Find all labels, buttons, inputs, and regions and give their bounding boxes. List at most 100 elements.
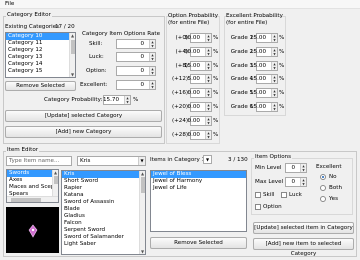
spin-down-icon[interactable]: ▼ — [150, 71, 155, 75]
option-probability-spinner[interactable]: 0.00 ▲ ▼ — [188, 102, 212, 112]
item-type-scrollbar[interactable]: ▲ — [52, 170, 58, 196]
spin-down-icon[interactable]: ▼ — [150, 57, 155, 61]
item-list-item[interactable]: Short Sword — [62, 178, 145, 185]
spin-down-icon[interactable]: ▼ — [272, 107, 277, 111]
option-probability-spinner[interactable]: 15.00 ▲ ▼ — [184, 60, 212, 71]
category-list-item[interactable]: Category 15 — [6, 68, 75, 75]
luck-rate-spinner[interactable]: 0 ▲ ▼ — [116, 52, 156, 62]
item-list-scrollbar[interactable]: ▲ ▼ — [139, 171, 145, 254]
scroll-down-icon[interactable]: ▼ — [140, 249, 145, 254]
spin-down-icon[interactable]: ▼ — [206, 66, 211, 70]
spin-down-icon[interactable]: ▼ — [206, 107, 211, 111]
option-probability-spinner[interactable]: 0.00 ▲ ▼ — [188, 88, 212, 99]
option-probability-spinner[interactable]: 30.00 ▲ ▼ — [184, 46, 212, 57]
spin-down-icon[interactable]: ▼ — [150, 44, 155, 48]
item-list-item[interactable]: Falcon — [62, 220, 145, 227]
remove-item-button[interactable]: Remove Selected — [150, 237, 247, 249]
option-rate-spinner[interactable]: 0 ▲ ▼ — [116, 66, 156, 76]
spin-down-icon[interactable]: ▼ — [301, 182, 306, 186]
spin-down-icon[interactable]: ▼ — [150, 85, 155, 89]
item-list-item[interactable]: Sword of Assassin — [62, 199, 145, 206]
spin-down-icon[interactable]: ▼ — [206, 38, 211, 42]
scroll-up-icon[interactable]: ▲ — [53, 170, 58, 175]
item-filter-combo[interactable]: Kris ▼ — [77, 156, 146, 166]
update-item-button[interactable]: [Update] selected item in Category — [253, 222, 354, 234]
spin-down-icon[interactable]: ▼ — [206, 121, 211, 125]
spin-down-icon[interactable]: ▼ — [206, 52, 211, 56]
item-type-hscrollbar[interactable] — [7, 196, 58, 202]
scroll-up-icon[interactable]: ▲ — [70, 33, 75, 38]
excellent-probability-spinner[interactable]: 15.00 ▲ ▼ — [250, 46, 278, 57]
spin-down-icon[interactable]: ▼ — [272, 93, 277, 97]
item-list-item[interactable]: Sword of Salamander — [62, 234, 145, 241]
excellent-rate-spinner[interactable]: 0 ▲ ▼ — [116, 80, 156, 90]
option-checkbox[interactable] — [255, 204, 261, 210]
excellent-probability-spinner[interactable]: 15.00 ▲ ▼ — [250, 102, 278, 112]
excellent-yes-label: Yes — [329, 196, 339, 202]
excellent-yes-radio[interactable] — [320, 196, 326, 202]
item-type-item[interactable]: Axes — [7, 177, 58, 184]
add-category-button[interactable]: [Add] new Category — [5, 126, 162, 138]
update-category-button[interactable]: [Update] selected Category — [5, 110, 162, 122]
category-list-item[interactable]: Category 11 — [6, 40, 75, 47]
category-list-scrollbar[interactable]: ▲ ▼ — [69, 33, 75, 77]
file-menu[interactable]: File — [5, 1, 14, 7]
skill-checkbox[interactable] — [255, 192, 261, 198]
category-items-list[interactable]: Jewel of Bless Jewel of Harmony Jewel of… — [150, 170, 247, 232]
option-probability-spinner[interactable]: 5.00 ▲ ▼ — [188, 74, 212, 85]
item-list-item[interactable]: Katana — [62, 192, 145, 199]
spin-down-icon[interactable]: ▼ — [206, 93, 211, 97]
spin-down-icon[interactable]: ▼ — [301, 168, 306, 172]
scroll-thumb[interactable] — [71, 40, 75, 54]
item-list-item[interactable]: Light Saber — [62, 241, 145, 248]
excellent-probability-spinner[interactable]: 15.00 ▲ ▼ — [250, 60, 278, 71]
excellent-probability-spinner[interactable]: 15.00 ▲ ▼ — [250, 74, 278, 85]
excellent-both-radio[interactable] — [320, 185, 326, 191]
skill-rate-spinner[interactable]: 0 ▲ ▼ — [116, 39, 156, 49]
item-search-input[interactable]: Type Item name... — [6, 156, 72, 166]
spin-down-icon[interactable]: ▼ — [272, 79, 277, 83]
spin-down-icon[interactable]: ▼ — [206, 79, 211, 83]
excellent-probability-spinner[interactable]: 15.00 ▲ ▼ — [250, 88, 278, 99]
category-list-item[interactable]: Category 12 — [6, 47, 75, 54]
item-list-item[interactable]: Rapier — [62, 185, 145, 192]
add-item-button[interactable]: [Add] new item to selected Category — [253, 238, 354, 257]
item-type-item[interactable]: Swords — [7, 170, 58, 177]
excellent-no-radio[interactable] — [320, 174, 326, 180]
spin-down-icon[interactable]: ▼ — [125, 100, 130, 104]
dropdown-arrow-icon[interactable]: ▼ — [138, 157, 145, 165]
remove-category-button[interactable]: Remove Selected — [5, 81, 76, 91]
scroll-thumb[interactable] — [54, 176, 58, 184]
spin-down-icon[interactable]: ▼ — [206, 135, 211, 139]
item-list[interactable]: Kris Short Sword Rapier Katana Sword of Assa… — [61, 170, 146, 255]
min-level-spinner[interactable]: 0 ▲ ▼ — [285, 163, 307, 173]
option-probability-spinner[interactable]: 0.00 ▲ ▼ — [188, 115, 212, 126]
option-probability-spinner[interactable]: 0.00 ▲ ▼ — [188, 129, 212, 140]
option-probability-spinner[interactable]: 30.00 ▲ ▼ — [184, 33, 212, 43]
category-list-item[interactable]: Category 14 — [6, 61, 75, 68]
items-dropdown-icon[interactable]: ▼ — [203, 155, 212, 164]
category-list-item[interactable]: Category 10 — [6, 33, 75, 40]
spin-down-icon[interactable]: ▼ — [272, 52, 277, 56]
item-list-item[interactable]: Gladius — [62, 213, 145, 220]
category-item[interactable]: Jewel of Harmony — [151, 178, 246, 185]
category-probability-spinner[interactable]: 15.70 ▲ ▼ — [103, 95, 131, 105]
item-list-item[interactable]: Kris — [62, 171, 145, 178]
scroll-thumb[interactable] — [141, 177, 145, 193]
spin-down-icon[interactable]: ▼ — [272, 38, 277, 42]
category-item[interactable]: Jewel of Life — [151, 185, 246, 192]
item-list-item[interactable]: Serpent Sword — [62, 227, 145, 234]
category-list-item[interactable]: Category 13 — [6, 54, 75, 61]
item-type-item[interactable]: Maces and Scept — [7, 184, 58, 191]
hscroll-thumb[interactable] — [11, 198, 41, 202]
existing-categories-list[interactable]: Category 10 Category 11 Category 12 Cate… — [5, 32, 76, 78]
excellent-probability-spinner[interactable]: 25.00 ▲ ▼ — [250, 33, 278, 43]
category-item[interactable]: Jewel of Bless — [151, 171, 246, 178]
item-list-item[interactable]: Blade — [62, 206, 145, 213]
scroll-down-icon[interactable]: ▼ — [70, 72, 75, 77]
item-type-list[interactable]: Swords Axes Maces and Scept Spears ▲ — [6, 169, 59, 203]
spin-down-icon[interactable]: ▼ — [272, 66, 277, 70]
luck-checkbox[interactable] — [281, 192, 287, 198]
scroll-up-icon[interactable]: ▲ — [140, 171, 145, 176]
max-level-spinner[interactable]: 0 ▲ ▼ — [285, 177, 307, 187]
